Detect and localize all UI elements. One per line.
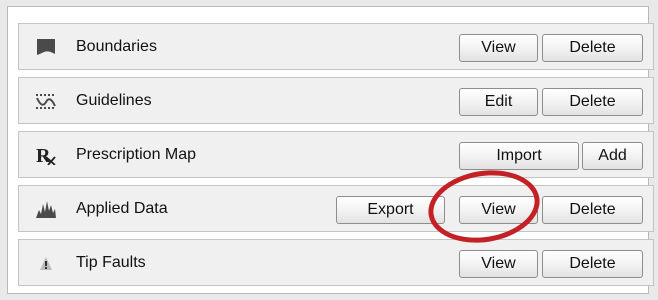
row-tip-faults: Tip Faults View Delete: [18, 239, 654, 286]
row-applied-data: Applied Data Export View Delete: [18, 185, 654, 232]
applied-data-export-button[interactable]: Export: [336, 196, 445, 224]
row-boundaries: Boundaries View Delete: [18, 23, 654, 70]
prescription-add-button[interactable]: Add: [582, 142, 643, 170]
data-panel: Boundaries View Delete Guidelines Edit D…: [7, 6, 654, 294]
tip-faults-view-button[interactable]: View: [459, 250, 538, 278]
boundary-icon: [35, 37, 57, 57]
applied-data-view-button[interactable]: View: [459, 196, 538, 224]
guidelines-delete-button[interactable]: Delete: [542, 88, 643, 116]
row-prescription-map: R Prescription Map Import Add: [18, 131, 654, 178]
guidelines-edit-button[interactable]: Edit: [459, 88, 538, 116]
prescription-import-button[interactable]: Import: [459, 142, 579, 170]
row-label: Boundaries: [76, 38, 157, 55]
applied-data-delete-button[interactable]: Delete: [542, 196, 643, 224]
boundaries-delete-button[interactable]: Delete: [542, 34, 643, 62]
row-label: Tip Faults: [76, 254, 146, 271]
boundaries-view-button[interactable]: View: [459, 34, 538, 62]
row-label: Prescription Map: [76, 146, 197, 163]
prescription-icon: R: [35, 145, 57, 167]
svg-text:R: R: [36, 145, 51, 165]
row-label: Applied Data: [76, 200, 168, 217]
warning-icon: [35, 253, 57, 273]
guideline-icon: [35, 91, 57, 111]
applied-data-icon: [35, 199, 57, 219]
row-guidelines: Guidelines Edit Delete: [18, 77, 654, 124]
tip-faults-delete-button[interactable]: Delete: [542, 250, 643, 278]
row-label: Guidelines: [76, 92, 152, 109]
